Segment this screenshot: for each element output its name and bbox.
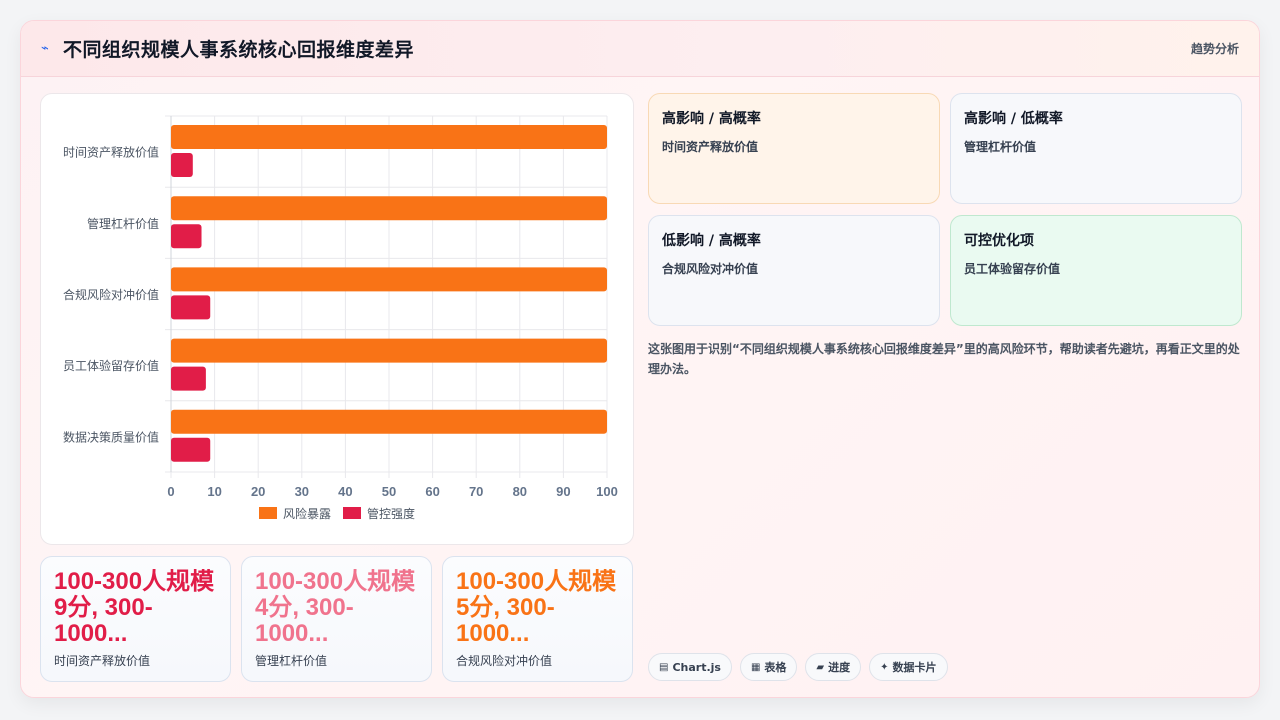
quadrant-title: 低影响 / 高概率 xyxy=(662,233,761,249)
bar-chart-card: 0 10 20 30 40 50 60 70 80 90 100 时间资产释放价值管理杠杆价值合规风险… xyxy=(40,93,634,545)
progress-icon: ▰ xyxy=(816,661,825,673)
x-tick-label: 20 xyxy=(251,484,265,499)
tag-data-card[interactable]: ✦ 数据卡片 xyxy=(869,653,948,681)
stat-value: 100-300人规模5分, 300-1000... xyxy=(456,569,617,647)
quadrant-controllable: 可控优化项 员工体验留存价值 xyxy=(950,215,1242,326)
x-tick-label: 40 xyxy=(338,484,352,499)
chart-icon: ▤ xyxy=(659,661,669,673)
stat-card: 100-300人规模5分, 300-1000... 合规风险对冲价值 xyxy=(442,556,633,682)
x-tick-label: 10 xyxy=(207,484,221,499)
legend-swatch xyxy=(343,507,361,519)
x-tick-label: 0 xyxy=(167,484,174,499)
quadrant-item: 合规风险对冲价值 xyxy=(662,262,759,276)
stat-card: 100-300人规模9分, 300-1000... 时间资产释放价值 xyxy=(40,556,231,682)
bar-control-strength xyxy=(171,437,211,462)
chart-line-icon: ⌁ xyxy=(41,41,49,56)
table-icon: ▦ xyxy=(750,661,761,673)
tag-chartjs[interactable]: ▤ Chart.js xyxy=(648,653,732,681)
y-category-label: 合规风险对冲价值 xyxy=(63,287,159,302)
x-tick-label: 80 xyxy=(513,484,527,499)
stat-card: 100-300人规模4分, 300-1000... 管理杠杆价值 xyxy=(241,556,432,682)
y-category-label: 管理杠杆价值 xyxy=(87,216,159,231)
chart-description: 这张图用于识别“不同组织规模人事系统核心回报维度差异”里的高风险环节，帮助读者先… xyxy=(648,342,1240,376)
bar-risk-exposure xyxy=(171,196,607,221)
bar-control-strength xyxy=(171,366,206,391)
bar-control-strength xyxy=(171,295,211,320)
x-tick-label: 70 xyxy=(469,484,483,499)
y-category-label: 时间资产释放价值 xyxy=(63,145,159,160)
y-category-label: 数据决策质量价值 xyxy=(63,429,159,444)
legend-swatch xyxy=(259,507,277,519)
quadrant-high-low: 高影响 / 低概率 管理杠杆价值 xyxy=(950,93,1242,204)
quadrant-item: 管理杠杆价值 xyxy=(964,140,1037,154)
quadrant-item: 时间资产释放价值 xyxy=(662,140,759,154)
bar-control-strength xyxy=(171,224,202,249)
tag-label: 进度 xyxy=(828,661,851,674)
tag-list: ▤ Chart.js ▦ 表格 ▰ 进度 ✦ 数据卡片 xyxy=(648,653,948,681)
y-category-label: 员工体验留存价值 xyxy=(63,358,159,373)
x-tick-label: 60 xyxy=(425,484,439,499)
quadrant-title: 高影响 / 高概率 xyxy=(662,111,761,127)
bar-chart: 0 10 20 30 40 50 60 70 80 90 100 时间资产释放价值管理杠杆价值合规风险… xyxy=(63,115,618,521)
x-tick-label: 90 xyxy=(556,484,570,499)
stat-label: 时间资产释放价值 xyxy=(54,654,151,668)
dashboard-frame: ⌁ 不同组织规模人事系统核心回报维度差异 趋势分析 0 10 20 30 40 50 60 7… xyxy=(20,20,1260,698)
stat-label: 合规风险对冲价值 xyxy=(456,654,553,668)
sparkle-icon: ✦ xyxy=(880,661,889,673)
stat-value: 100-300人规模4分, 300-1000... xyxy=(255,569,416,647)
bar-risk-exposure xyxy=(171,267,607,292)
tag-label: 表格 xyxy=(764,661,787,674)
tag-label: Chart.js xyxy=(672,660,721,674)
page-title: 不同组织规模人事系统核心回报维度差异 xyxy=(63,39,415,61)
quadrant-title: 高影响 / 低概率 xyxy=(964,111,1063,127)
bar-control-strength xyxy=(171,153,193,177)
x-tick-label: 50 xyxy=(382,484,396,499)
x-tick-label: 30 xyxy=(295,484,309,499)
legend-label: 风险暴露 xyxy=(283,506,331,521)
tag-label: 数据卡片 xyxy=(892,661,937,674)
trend-analysis-button[interactable]: 趋势分析 xyxy=(1191,40,1239,57)
bar-risk-exposure xyxy=(171,338,607,363)
quadrant-high-high: 高影响 / 高概率 时间资产释放价值 xyxy=(648,93,940,204)
quadrant-item: 员工体验留存价值 xyxy=(964,262,1061,276)
header: ⌁ 不同组织规模人事系统核心回报维度差异 趋势分析 xyxy=(21,21,1259,77)
stat-value: 100-300人规模9分, 300-1000... xyxy=(54,569,215,647)
quadrant-low-high: 低影响 / 高概率 合规风险对冲价值 xyxy=(648,215,940,326)
bar-risk-exposure xyxy=(171,125,607,149)
legend-label: 管控强度 xyxy=(367,506,415,521)
stat-label: 管理杠杆价值 xyxy=(255,654,328,668)
bar-risk-exposure xyxy=(171,409,607,434)
quadrant-title: 可控优化项 xyxy=(964,233,1034,249)
tag-table[interactable]: ▦ 表格 xyxy=(739,653,798,681)
tag-progress[interactable]: ▰ 进度 xyxy=(805,653,862,681)
x-tick-label: 100 xyxy=(596,484,618,499)
